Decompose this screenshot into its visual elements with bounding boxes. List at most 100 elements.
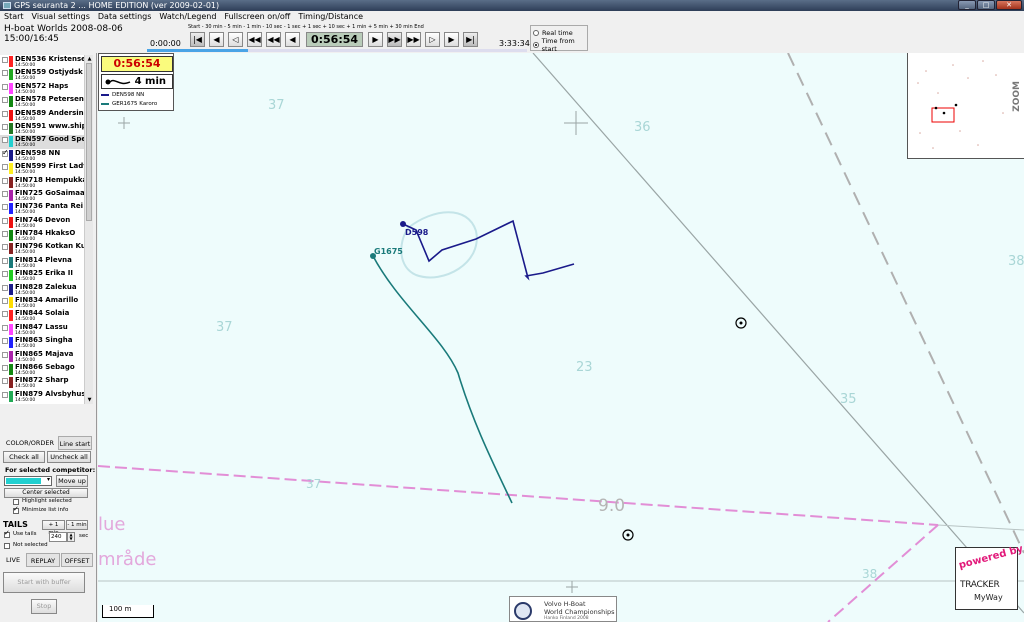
- tab-live[interactable]: LIVE: [2, 553, 24, 567]
- not-selected-checkbox[interactable]: [4, 543, 10, 549]
- competitor-checkbox[interactable]: [2, 204, 8, 211]
- maximize-button[interactable]: □: [977, 0, 995, 10]
- zoom-control[interactable]: ZOOM: [1012, 81, 1022, 112]
- competitor-checkbox[interactable]: [2, 70, 8, 77]
- scroll-up-arrow[interactable]: ▲: [85, 55, 94, 63]
- competitor-row[interactable]: FIN865 Majava 14:50:00: [0, 350, 84, 363]
- competitor-row[interactable]: FIN847 Lassu 14:50:00: [0, 323, 84, 336]
- competitor-row[interactable]: DEN597 Good Spee 14:50:00: [0, 135, 84, 149]
- competitor-checkbox[interactable]: [2, 378, 8, 385]
- fwd-5min-button[interactable]: ▷: [425, 32, 440, 47]
- tracker-logo[interactable]: powered by TRACKER MyWay: [955, 544, 1024, 610]
- competitor-row[interactable]: FIN844 Solaia 14:50:00: [0, 309, 84, 322]
- competitor-row[interactable]: FIN725 GoSaimaa.fi14:50:00: [0, 189, 84, 202]
- competitor-row[interactable]: FIN746 Devon 14:50:00: [0, 216, 84, 229]
- competitor-row[interactable]: FIN718 Hempukka 14:50:00: [0, 176, 84, 189]
- fwd-1min-button[interactable]: ▶▶: [406, 32, 421, 47]
- competitor-checkbox[interactable]: [2, 298, 8, 305]
- map-view[interactable]: 37 36 37 23 35 38 37 9.0 38 lue mråde D5…: [98, 53, 1024, 622]
- tab-offset[interactable]: OFFSET: [61, 553, 93, 567]
- back-1min-button[interactable]: ◀◀: [247, 32, 262, 47]
- fwd-10sec-button[interactable]: ▶▶: [387, 32, 402, 47]
- back-10sec-button[interactable]: ◀◀: [266, 32, 281, 47]
- competitor-checkbox[interactable]: [2, 257, 8, 264]
- competitor-row[interactable]: FIN796 Kotkan Kuo 14:50:00: [0, 242, 84, 255]
- minimize-button[interactable]: _: [958, 0, 976, 10]
- tail-minus-1min-button[interactable]: - 1 min: [66, 520, 88, 530]
- competitor-checkbox[interactable]: [2, 110, 8, 117]
- radio-time-from-start-dot[interactable]: [533, 41, 539, 48]
- competitor-row[interactable]: DEN572 Haps 14:50:00: [0, 82, 84, 95]
- competitor-checkbox[interactable]: [2, 284, 8, 291]
- competitor-checkbox[interactable]: [2, 123, 8, 130]
- competitor-row[interactable]: DEN559 Östjydsk B 14:50:00: [0, 68, 84, 81]
- tab-line-start[interactable]: Line start: [58, 436, 92, 450]
- stop-button[interactable]: Stop: [31, 599, 57, 614]
- back-30min-button[interactable]: ◀: [209, 32, 224, 47]
- jump-start-button[interactable]: |◀: [190, 32, 205, 47]
- competitor-checkbox[interactable]: [2, 271, 8, 278]
- competitor-checkbox[interactable]: [2, 164, 8, 171]
- radio-real-time-dot[interactable]: [533, 29, 539, 36]
- competitor-checkbox[interactable]: [2, 97, 8, 104]
- competitor-row[interactable]: FIN866 Sebago 14:50:00: [0, 363, 84, 376]
- competitor-row[interactable]: DEN578 Petersen 14:50:00: [0, 95, 84, 108]
- competitor-checkbox[interactable]: [2, 137, 8, 144]
- fwd-1sec-button[interactable]: ▶: [368, 32, 383, 47]
- competitor-row[interactable]: DEN599 First Lady 14:50:00: [0, 162, 84, 175]
- center-selected-button[interactable]: Center selected: [4, 488, 88, 498]
- competitor-checkbox[interactable]: [2, 57, 8, 63]
- competitor-checkbox[interactable]: [2, 324, 8, 331]
- menu-watch-legend[interactable]: Watch/Legend: [155, 11, 220, 23]
- color-select[interactable]: ▾: [4, 476, 52, 486]
- tail-length-input[interactable]: 240: [49, 532, 67, 542]
- competitor-checkbox[interactable]: [2, 148, 9, 157]
- use-tails-checkbox[interactable]: [4, 529, 10, 538]
- close-button[interactable]: ✕: [996, 0, 1022, 10]
- menu-fullscreen[interactable]: Fullscreen on/off: [220, 11, 294, 23]
- minimize-list-info-checkbox[interactable]: [13, 505, 19, 514]
- competitor-row[interactable]: DEN536 Kristensen 14:50:00: [0, 55, 84, 68]
- competitor-row[interactable]: DEN598 NN14:50:00: [0, 148, 84, 162]
- overview-map[interactable]: ZOOM: [907, 53, 1024, 159]
- boat-den598-marker[interactable]: [400, 221, 406, 227]
- scroll-thumb[interactable]: [86, 63, 92, 221]
- competitor-row[interactable]: FIN814 Plevna 14:50:00: [0, 256, 84, 269]
- radio-time-from-start[interactable]: Time from start: [531, 37, 587, 53]
- competitor-checkbox[interactable]: [2, 177, 8, 184]
- competitor-checkbox[interactable]: [2, 311, 8, 318]
- competitor-row[interactable]: FIN828 Zalekua 14:50:00: [0, 283, 84, 296]
- uncheck-all-button[interactable]: Uncheck all: [47, 451, 91, 463]
- competitor-row[interactable]: FIN834 Amarillo 14:50:00: [0, 296, 84, 309]
- overview-viewport-rect[interactable]: [931, 107, 955, 123]
- back-1sec-button[interactable]: ◀: [285, 32, 300, 47]
- check-all-button[interactable]: Check all: [3, 451, 45, 463]
- competitor-checkbox[interactable]: [2, 217, 8, 224]
- move-up-button[interactable]: Move up: [56, 475, 88, 487]
- competitor-row[interactable]: FIN872 Sharp 14:50:00: [0, 376, 84, 389]
- tab-color-order[interactable]: COLOR/ORDER: [3, 436, 57, 450]
- menu-visual-settings[interactable]: Visual settings: [28, 11, 94, 23]
- menu-start[interactable]: Start: [0, 11, 28, 23]
- competitor-row[interactable]: FIN736 Panta Rei 14:50:00: [0, 202, 84, 215]
- competitor-checkbox[interactable]: [2, 338, 8, 345]
- tail-plus-1min-button[interactable]: + 1 min: [42, 520, 65, 536]
- competitor-checkbox[interactable]: [2, 83, 8, 90]
- competitor-row[interactable]: FIN863 Singha 14:50:00: [0, 336, 84, 349]
- competitor-row[interactable]: DEN591 www.shipsr14:50:00: [0, 122, 84, 135]
- jump-end-button[interactable]: ▶|: [463, 32, 478, 47]
- competitor-row[interactable]: FIN784 HkaksO 14:50:00: [0, 229, 84, 242]
- competitor-checkbox[interactable]: [2, 190, 8, 197]
- time-progress-bar[interactable]: [147, 49, 527, 52]
- tail-length-spinner[interactable]: ▲ ▼: [67, 532, 75, 542]
- competitor-checkbox[interactable]: [2, 351, 8, 358]
- competitor-checkbox[interactable]: [2, 231, 8, 238]
- competitor-checkbox[interactable]: [2, 364, 8, 371]
- menu-data-settings[interactable]: Data settings: [94, 11, 156, 23]
- back-5min-button[interactable]: ◁: [228, 32, 243, 47]
- scroll-down-arrow[interactable]: ▼: [85, 396, 94, 404]
- menu-timing-distance[interactable]: Timing/Distance: [294, 11, 367, 23]
- competitor-checkbox[interactable]: [2, 391, 8, 398]
- competitor-row[interactable]: FIN879 Alvsbyhus 14:50:00: [0, 390, 84, 403]
- competitor-checkbox[interactable]: [2, 244, 8, 251]
